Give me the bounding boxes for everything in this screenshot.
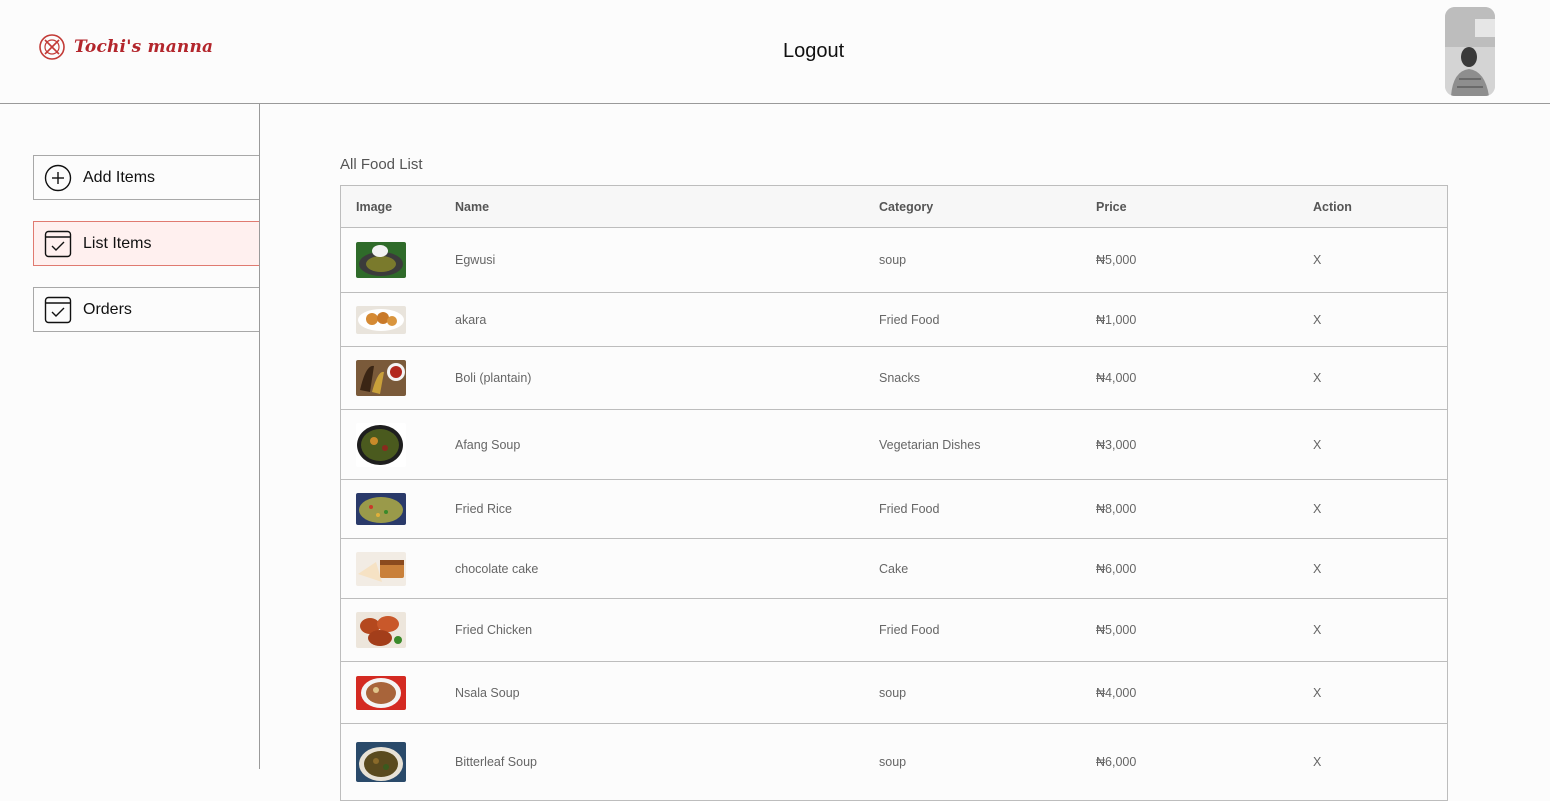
table-row: Fried Chicken Fried Food ₦5,000 X	[341, 599, 1447, 662]
top-navbar: Tochi's manna Logout	[0, 0, 1550, 104]
table-row: Bitterleaf Soup soup ₦6,000 X	[341, 724, 1447, 801]
logout-button[interactable]: Logout	[783, 40, 844, 63]
food-category: Fried Food	[879, 312, 940, 327]
food-name: chocolate cake	[455, 561, 539, 576]
remove-item-button[interactable]: X	[1313, 686, 1433, 700]
food-category: Fried Food	[879, 623, 940, 637]
sidebar-item-label: Add Items	[83, 168, 156, 186]
food-category: Vegetarian Dishes	[879, 437, 981, 452]
column-header-category: Category	[879, 199, 934, 214]
remove-item-button[interactable]: X	[1313, 502, 1433, 516]
food-price: ₦4,000	[1096, 371, 1137, 385]
column-header-price: Price	[1096, 199, 1127, 214]
food-list-table: Image Name Category Price Action Egwusi …	[340, 185, 1448, 801]
food-image	[356, 675, 406, 710]
food-name: Egwusi	[455, 253, 496, 267]
sidebar-item-list-items[interactable]: List Items	[33, 221, 259, 266]
food-price: ₦6,000	[1096, 755, 1137, 769]
food-category: Cake	[879, 561, 909, 576]
food-category: Snacks	[879, 371, 920, 385]
food-price: ₦8,000	[1096, 502, 1137, 516]
food-name: akara	[455, 312, 487, 327]
remove-item-button[interactable]: X	[1313, 562, 1433, 576]
plus-circle-icon	[44, 164, 72, 191]
column-header-name: Name	[455, 199, 490, 214]
food-image	[356, 551, 406, 586]
food-name: Bitterleaf Soup	[455, 755, 537, 769]
food-price: ₦4,000	[1096, 685, 1137, 700]
sidebar-item-add-items[interactable]: Add Items	[33, 155, 259, 200]
food-name: Nsala Soup	[455, 685, 520, 700]
food-price: ₦1,000	[1096, 312, 1137, 327]
brand-logo[interactable]: Tochi's manna	[38, 33, 213, 61]
food-price: ₦5,000	[1096, 623, 1137, 637]
food-image	[356, 360, 406, 396]
food-name: Afang Soup	[455, 437, 521, 452]
food-category: Fried Food	[879, 502, 940, 516]
food-category: soup	[879, 755, 907, 769]
remove-item-button[interactable]: X	[1313, 253, 1433, 267]
sidebar-item-orders[interactable]: Orders	[33, 287, 259, 332]
table-row: akara Fried Food ₦1,000 X	[341, 293, 1447, 347]
food-price: ₦3,000	[1096, 437, 1137, 452]
remove-item-button[interactable]: X	[1313, 438, 1433, 452]
sidebar-item-label: Orders	[83, 300, 132, 318]
sidebar: Add Items List Items Orders	[0, 104, 260, 769]
avatar[interactable]	[1445, 7, 1495, 96]
profile-photo	[1445, 7, 1495, 96]
food-name: Fried Chicken	[455, 623, 533, 637]
food-category: soup	[879, 253, 907, 267]
remove-item-button[interactable]: X	[1313, 623, 1433, 637]
remove-item-button[interactable]: X	[1313, 755, 1433, 769]
food-image	[356, 242, 406, 278]
food-image	[356, 742, 406, 782]
table-row: Fried Rice Fried Food ₦8,000 X	[341, 480, 1447, 539]
column-header-image: Image	[356, 199, 393, 214]
restaurant-logo-icon	[39, 34, 65, 60]
food-image	[356, 305, 406, 334]
food-image	[356, 612, 406, 648]
table-row: Nsala Soup soup ₦4,000 X	[341, 662, 1447, 724]
table-row: Boli (plantain) Snacks ₦4,000 X	[341, 347, 1447, 410]
food-image	[356, 493, 406, 525]
remove-item-button[interactable]: X	[1313, 313, 1433, 327]
page-title: All Food List	[340, 156, 423, 173]
table-header: Image Name Category Price Action	[341, 186, 1447, 228]
food-image	[356, 422, 406, 467]
brand-name: Tochi's manna	[74, 37, 214, 57]
food-price: ₦6,000	[1096, 561, 1137, 576]
column-header-action: Action	[1313, 199, 1352, 214]
table-row: Afang Soup Vegetarian Dishes ₦3,000 X	[341, 410, 1447, 480]
sidebar-item-label: List Items	[83, 234, 152, 252]
table-row: Egwusi soup ₦5,000 X	[341, 228, 1447, 293]
food-price: ₦5,000	[1096, 253, 1137, 267]
food-name: Fried Rice	[455, 502, 512, 516]
food-category: soup	[879, 685, 907, 700]
food-name: Boli (plantain)	[455, 371, 532, 385]
table-row: chocolate cake Cake ₦6,000 X	[341, 539, 1447, 599]
checklist-icon	[44, 296, 72, 323]
checklist-icon	[44, 230, 72, 257]
remove-item-button[interactable]: X	[1313, 371, 1433, 385]
